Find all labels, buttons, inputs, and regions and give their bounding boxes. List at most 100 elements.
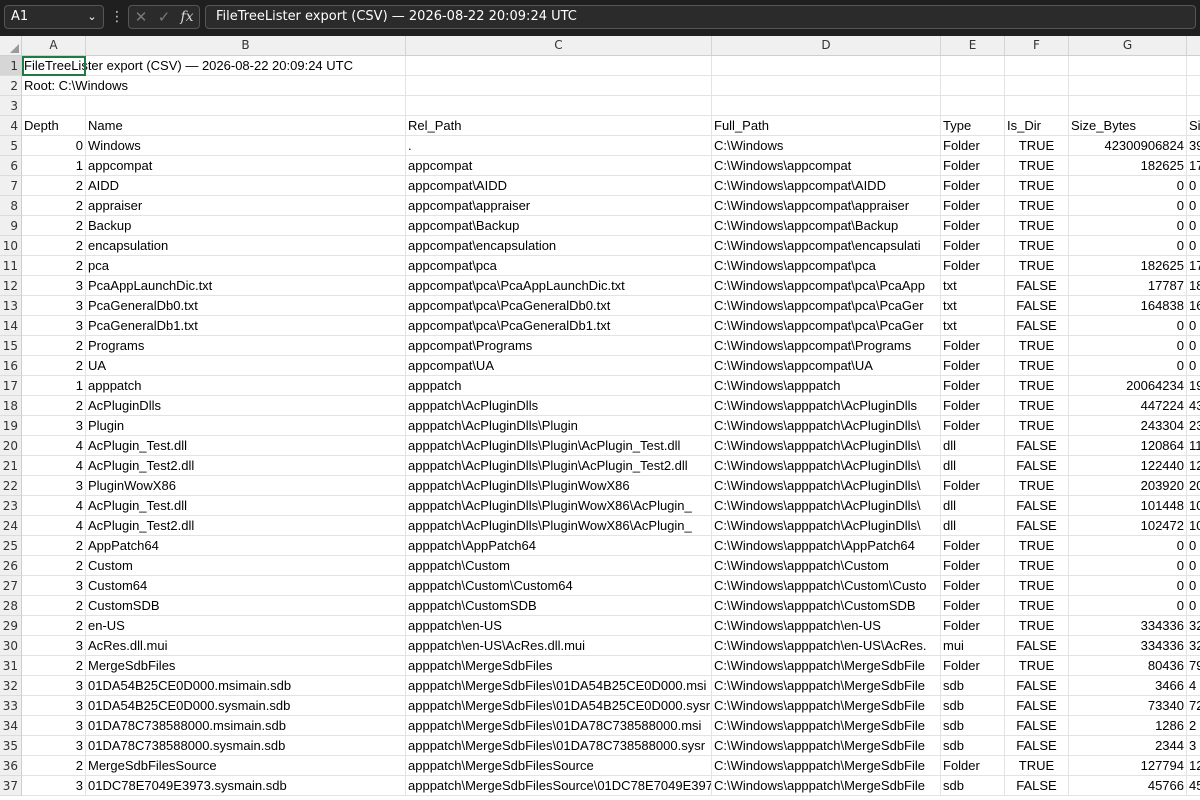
cell-d28[interactable]: C:\Windows\apppatch\CustomSDB bbox=[712, 596, 941, 616]
cell-d32[interactable]: C:\Windows\apppatch\MergeSdbFile bbox=[712, 676, 941, 696]
cell-d33[interactable]: C:\Windows\apppatch\MergeSdbFile bbox=[712, 696, 941, 716]
row-header[interactable]: 15 bbox=[0, 336, 21, 356]
cell-b17[interactable]: apppatch bbox=[86, 376, 406, 396]
cell-a18[interactable]: 2 bbox=[22, 396, 86, 416]
row-header[interactable]: 21 bbox=[0, 456, 21, 476]
cell-h13[interactable]: 16 bbox=[1187, 296, 1200, 316]
cell-b31[interactable]: MergeSdbFiles bbox=[86, 656, 406, 676]
cell-b28[interactable]: CustomSDB bbox=[86, 596, 406, 616]
cell-h35[interactable]: 3 bbox=[1187, 736, 1200, 756]
cell-f33[interactable]: FALSE bbox=[1005, 696, 1069, 716]
cell-f2[interactable] bbox=[1005, 76, 1069, 96]
cell-c12[interactable]: appcompat\pca\PcaAppLaunchDic.txt bbox=[406, 276, 712, 296]
cell-c19[interactable]: apppatch\AcPluginDlls\Plugin bbox=[406, 416, 712, 436]
cell-g10[interactable]: 0 bbox=[1069, 236, 1187, 256]
cell-h7[interactable]: 0 bbox=[1187, 176, 1200, 196]
row-header[interactable]: 31 bbox=[0, 656, 21, 676]
cell-e10[interactable]: Folder bbox=[941, 236, 1005, 256]
row-header[interactable]: 26 bbox=[0, 556, 21, 576]
cell-g20[interactable]: 120864 bbox=[1069, 436, 1187, 456]
cell-d6[interactable]: C:\Windows\appcompat bbox=[712, 156, 941, 176]
cell-g28[interactable]: 0 bbox=[1069, 596, 1187, 616]
chevron-down-icon[interactable]: ⌄ bbox=[83, 6, 101, 28]
cell-h4[interactable]: Si bbox=[1187, 116, 1200, 136]
row-header[interactable]: 35 bbox=[0, 736, 21, 756]
cell-g29[interactable]: 334336 bbox=[1069, 616, 1187, 636]
cell-d10[interactable]: C:\Windows\appcompat\encapsulati bbox=[712, 236, 941, 256]
cell-f26[interactable]: TRUE bbox=[1005, 556, 1069, 576]
cell-e17[interactable]: Folder bbox=[941, 376, 1005, 396]
cell-a25[interactable]: 2 bbox=[22, 536, 86, 556]
row-header[interactable]: 34 bbox=[0, 716, 21, 736]
row-header[interactable]: 5 bbox=[0, 136, 21, 156]
row-header[interactable]: 1 bbox=[0, 56, 21, 76]
row-header[interactable]: 17 bbox=[0, 376, 21, 396]
cell-d24[interactable]: C:\Windows\apppatch\AcPluginDlls\ bbox=[712, 516, 941, 536]
cell-d27[interactable]: C:\Windows\apppatch\Custom\Custo bbox=[712, 576, 941, 596]
cell-g7[interactable]: 0 bbox=[1069, 176, 1187, 196]
cell-b29[interactable]: en-US bbox=[86, 616, 406, 636]
cell-c29[interactable]: apppatch\en-US bbox=[406, 616, 712, 636]
row-header[interactable]: 37 bbox=[0, 776, 21, 796]
cell-g12[interactable]: 17787 bbox=[1069, 276, 1187, 296]
cell-h6[interactable]: 17 bbox=[1187, 156, 1200, 176]
cell-h33[interactable]: 72 bbox=[1187, 696, 1200, 716]
cell-e6[interactable]: Folder bbox=[941, 156, 1005, 176]
cell-d19[interactable]: C:\Windows\apppatch\AcPluginDlls\ bbox=[712, 416, 941, 436]
cell-b23[interactable]: AcPlugin_Test.dll bbox=[86, 496, 406, 516]
cell-d37[interactable]: C:\Windows\apppatch\MergeSdbFile bbox=[712, 776, 941, 796]
cell-e37[interactable]: sdb bbox=[941, 776, 1005, 796]
cell-e21[interactable]: dll bbox=[941, 456, 1005, 476]
cell-g24[interactable]: 102472 bbox=[1069, 516, 1187, 536]
cancel-icon[interactable]: ✕ bbox=[130, 6, 152, 28]
cell-h27[interactable]: 0 bbox=[1187, 576, 1200, 596]
cell-c20[interactable]: apppatch\AcPluginDlls\Plugin\AcPlugin_Te… bbox=[406, 436, 712, 456]
cell-e3[interactable] bbox=[941, 96, 1005, 116]
cell-g1[interactable] bbox=[1069, 56, 1187, 76]
cell-b21[interactable]: AcPlugin_Test2.dll bbox=[86, 456, 406, 476]
cell-e29[interactable]: Folder bbox=[941, 616, 1005, 636]
cell-g11[interactable]: 182625 bbox=[1069, 256, 1187, 276]
cell-c18[interactable]: apppatch\AcPluginDlls bbox=[406, 396, 712, 416]
cell-f25[interactable]: TRUE bbox=[1005, 536, 1069, 556]
cell-c23[interactable]: apppatch\AcPluginDlls\PluginWowX86\AcPlu… bbox=[406, 496, 712, 516]
cell-f11[interactable]: TRUE bbox=[1005, 256, 1069, 276]
cell-f17[interactable]: TRUE bbox=[1005, 376, 1069, 396]
cell-h9[interactable]: 0 bbox=[1187, 216, 1200, 236]
cell-d2[interactable] bbox=[712, 76, 941, 96]
cell-b19[interactable]: Plugin bbox=[86, 416, 406, 436]
cell-h17[interactable]: 19 bbox=[1187, 376, 1200, 396]
cell-d1[interactable] bbox=[712, 56, 941, 76]
cell-b16[interactable]: UA bbox=[86, 356, 406, 376]
cell-b14[interactable]: PcaGeneralDb1.txt bbox=[86, 316, 406, 336]
cell-f37[interactable]: FALSE bbox=[1005, 776, 1069, 796]
cell-e26[interactable]: Folder bbox=[941, 556, 1005, 576]
cell-c6[interactable]: appcompat bbox=[406, 156, 712, 176]
cell-e1[interactable] bbox=[941, 56, 1005, 76]
cell-c24[interactable]: apppatch\AcPluginDlls\PluginWowX86\AcPlu… bbox=[406, 516, 712, 536]
cell-b6[interactable]: appcompat bbox=[86, 156, 406, 176]
cell-a2[interactable]: Root: C:\Windows bbox=[22, 76, 128, 96]
cell-h26[interactable]: 0 bbox=[1187, 556, 1200, 576]
cell-b26[interactable]: Custom bbox=[86, 556, 406, 576]
cell-f5[interactable]: TRUE bbox=[1005, 136, 1069, 156]
cell-a20[interactable]: 4 bbox=[22, 436, 86, 456]
cell-h2[interactable] bbox=[1187, 76, 1200, 96]
cell-c32[interactable]: apppatch\MergeSdbFiles\01DA54B25CE0D000.… bbox=[406, 676, 712, 696]
cell-a22[interactable]: 3 bbox=[22, 476, 86, 496]
cell-c34[interactable]: apppatch\MergeSdbFiles\01DA78C738588000.… bbox=[406, 716, 712, 736]
cell-b24[interactable]: AcPlugin_Test2.dll bbox=[86, 516, 406, 536]
cell-c4[interactable]: Rel_Path bbox=[406, 116, 712, 136]
cell-g26[interactable]: 0 bbox=[1069, 556, 1187, 576]
cell-h23[interactable]: 10 bbox=[1187, 496, 1200, 516]
row-header[interactable]: 8 bbox=[0, 196, 21, 216]
cell-d36[interactable]: C:\Windows\apppatch\MergeSdbFile bbox=[712, 756, 941, 776]
cell-b9[interactable]: Backup bbox=[86, 216, 406, 236]
cell-h19[interactable]: 23 bbox=[1187, 416, 1200, 436]
cell-g36[interactable]: 127794 bbox=[1069, 756, 1187, 776]
cell-a13[interactable]: 3 bbox=[22, 296, 86, 316]
cell-e2[interactable] bbox=[941, 76, 1005, 96]
cell-e34[interactable]: sdb bbox=[941, 716, 1005, 736]
cell-f36[interactable]: TRUE bbox=[1005, 756, 1069, 776]
cell-a19[interactable]: 3 bbox=[22, 416, 86, 436]
